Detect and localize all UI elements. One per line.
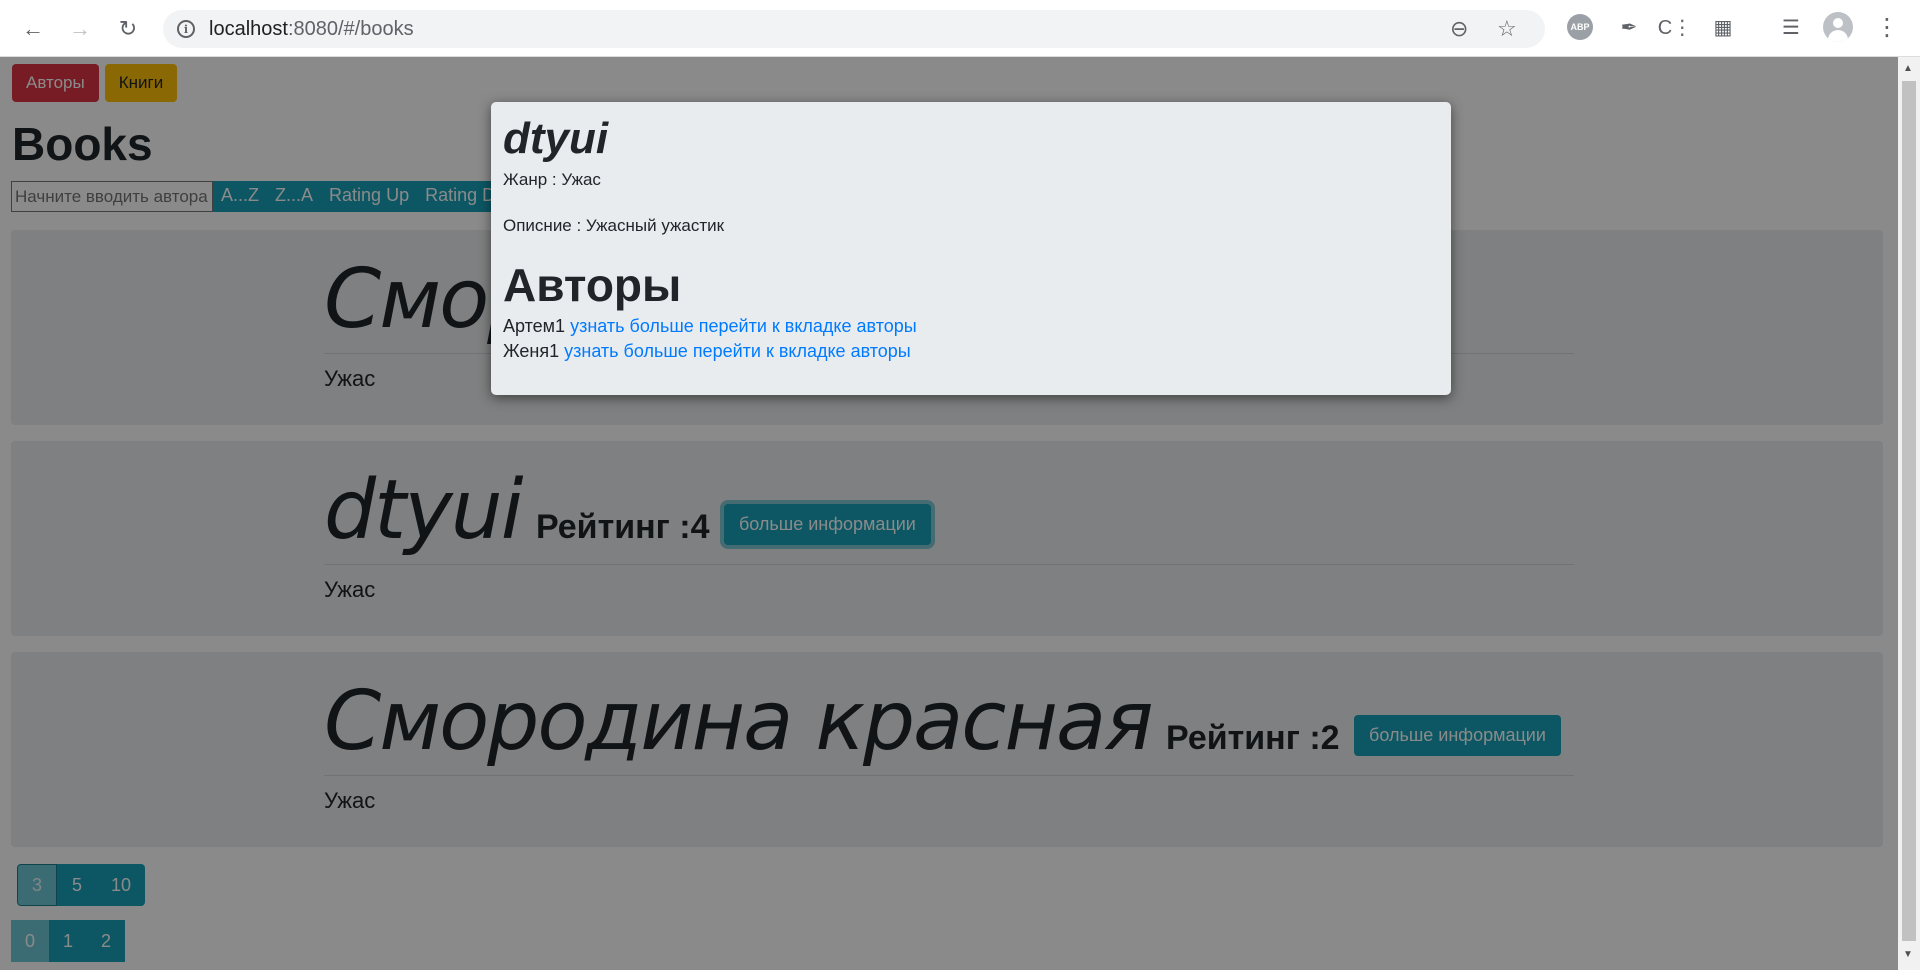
book-details-modal: dtyui Жанр : Ужас Описние : Ужасный ужас… [491, 102, 1451, 395]
media-queue-icon[interactable]: ☰ [1776, 12, 1806, 42]
author-link[interactable]: узнать больше перейти к вкладке авторы [570, 316, 917, 336]
profile-extension-icon[interactable]: ▦ [1708, 12, 1738, 42]
author-name: Артем1 [503, 316, 566, 336]
eyedropper-extension-icon[interactable]: ✒ [1614, 12, 1644, 42]
vertical-scrollbar[interactable]: ▲ ▼ [1898, 57, 1920, 970]
modal-authors-heading: Авторы [503, 259, 682, 311]
back-arrow-icon[interactable]: ← [15, 11, 51, 47]
scroll-up-icon[interactable]: ▲ [1903, 63, 1913, 74]
author-name: Женя1 [503, 341, 560, 361]
reload-icon[interactable]: ↻ [110, 11, 146, 47]
address-bar[interactable]: i localhost:8080/#/books ⊖ ☆ [163, 10, 1545, 48]
modal-author-row: Артем1 узнать больше перейти к вкладке а… [503, 316, 1439, 337]
forward-arrow-icon[interactable]: → [62, 11, 98, 47]
url-text[interactable]: localhost:8080/#/books [209, 18, 414, 41]
modal-author-row: Женя1 узнать больше перейти к вкладке ав… [503, 341, 1439, 362]
scroll-down-icon[interactable]: ▼ [1903, 949, 1913, 960]
code-extension-icon[interactable]: C⋮ [1658, 12, 1692, 42]
kebab-menu-icon[interactable]: ⋮ [1872, 12, 1902, 42]
author-link[interactable]: узнать больше перейти к вкладке авторы [564, 341, 911, 361]
modal-genre: Жанр : Ужас [503, 170, 601, 189]
bookmark-star-icon[interactable]: ☆ [1497, 16, 1517, 42]
modal-title: dtyui [503, 114, 609, 163]
site-info-icon[interactable]: i [177, 20, 195, 38]
avatar[interactable] [1823, 12, 1853, 42]
browser-toolbar: ← → ↻ i localhost:8080/#/books ⊖ ☆ ABP ✒… [0, 0, 1920, 57]
zoom-out-icon[interactable]: ⊖ [1450, 16, 1468, 42]
adblock-extension-icon[interactable]: ABP [1565, 12, 1595, 42]
modal-description: Описние : Ужасный ужастик [503, 216, 725, 235]
scrollbar-thumb[interactable] [1902, 81, 1916, 941]
